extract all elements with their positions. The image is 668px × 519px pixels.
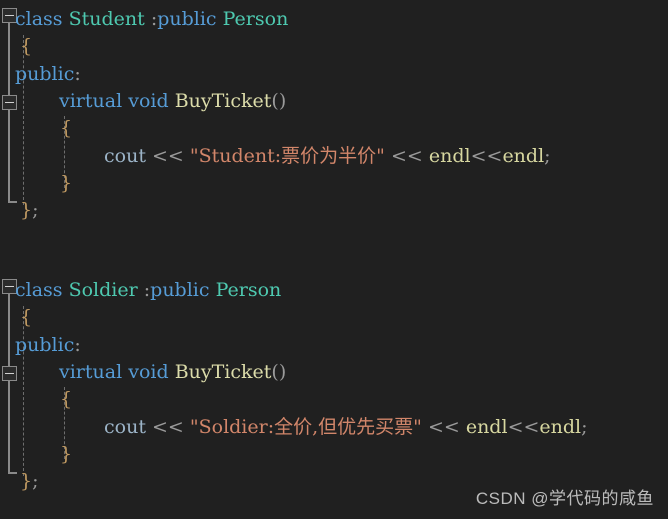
keyword-public: public [15,63,75,85]
type-soldier: Soldier [68,279,138,301]
operator-stream-insert: << [145,416,190,438]
punct-colon: : [74,334,81,356]
brace-close: } [20,199,33,221]
brace-close: } [20,470,33,492]
punct-parens: () [271,90,287,112]
brace-close: } [60,172,73,194]
punct-semicolon: ; [581,416,588,438]
punct-semicolon: ; [544,145,551,167]
keyword-public: public [150,279,210,301]
code-line-access-student: public: [15,61,81,88]
macro-endl: endl [539,416,582,438]
keyword-class: class [15,279,63,301]
code-line-body-student: cout << "Student:票价为半价" << endl<<endl; [104,143,551,170]
operator-stream-insert: << [384,145,429,167]
code-line-method-close-student: } [60,170,72,197]
operator-stream-insert: << [421,416,466,438]
punct-colon: : [74,63,81,85]
fold-bracket-end-class-soldier [8,472,17,474]
watermark-credit: CSDN @学代码的咸鱼 [475,489,654,508]
keyword-class: class [15,8,63,30]
code-line-class-close-student: }; [20,197,39,224]
punct-semicolon: ; [32,199,39,221]
brace-open: { [20,35,33,57]
function-buyticket: BuyTicket [174,90,272,112]
keyword-public: public [15,334,75,356]
keyword-virtual: virtual [59,90,123,112]
fold-toggle-method-student[interactable] [2,95,17,110]
code-line-access-soldier: public: [15,332,81,359]
code-line-class-close-soldier: }; [20,468,39,495]
code-line-method-soldier: virtual void BuyTicket() [59,359,286,386]
function-buyticket: BuyTicket [174,361,272,383]
operator-stream-insert: << [145,145,190,167]
punct-parens: () [271,361,287,383]
fold-toggle-method-soldier[interactable] [2,366,17,381]
macro-endl: endl [428,145,471,167]
type-person: Person [222,8,289,30]
string-literal-soldier: "Soldier:全价,但优先买票" [189,416,422,438]
punct-semicolon: ; [32,470,39,492]
code-surface[interactable]: class Student :public Person { public: v… [0,0,668,519]
identifier-cout: cout [104,416,146,438]
operator-stream-insert: << [507,416,540,438]
code-line-open-brace-soldier: { [20,304,32,331]
brace-close: } [60,443,73,465]
fold-bracket-class-soldier [8,294,10,474]
keyword-public: public [157,8,217,30]
string-literal-student: "Student:票价为半价" [189,145,385,167]
code-line-method-student: virtual void BuyTicket() [59,88,286,115]
keyword-virtual: virtual [59,361,123,383]
fold-bracket-end-class-student [8,201,17,203]
type-person: Person [215,279,282,301]
code-editor-window: class Student :public Person { public: v… [0,0,668,519]
code-line-method-open-student: { [60,115,72,142]
fold-bracket-class-student [8,23,10,203]
type-student: Student [68,8,145,30]
brace-open: { [20,306,33,328]
code-line-open-brace-student: { [20,33,32,60]
brace-open: { [60,388,73,410]
keyword-void: void [128,90,169,112]
macro-endl: endl [465,416,508,438]
code-line-method-close-soldier: } [60,441,72,468]
code-line-class-soldier: class Soldier :public Person [15,277,281,304]
operator-stream-insert: << [470,145,503,167]
macro-endl: endl [502,145,545,167]
brace-open: { [60,117,73,139]
code-line-method-open-soldier: { [60,386,72,413]
identifier-cout: cout [104,145,146,167]
code-line-class-student: class Student :public Person [15,6,288,33]
code-line-body-soldier: cout << "Soldier:全价,但优先买票" << endl<<endl… [104,414,588,441]
keyword-void: void [128,361,169,383]
